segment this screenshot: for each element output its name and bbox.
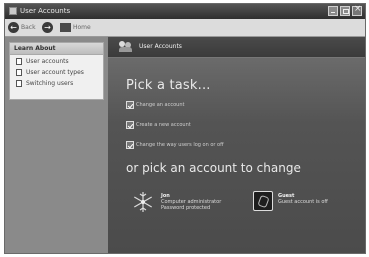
task-arrow-icon: [126, 121, 134, 129]
maximize-icon[interactable]: [340, 6, 350, 16]
task-create-account[interactable]: Create a new account: [126, 121, 191, 129]
close-icon[interactable]: [352, 4, 362, 16]
sidebar-item-user-account-types[interactable]: User account types: [10, 67, 103, 77]
forward-button[interactable]: →: [42, 22, 53, 33]
learn-about-panel: Learn About User accounts User account t…: [9, 42, 104, 100]
snowflake-icon: [132, 191, 154, 213]
account-status: Guest account is off: [278, 199, 328, 205]
sidebar-item-label: Switching users: [26, 79, 74, 87]
task-label: Change the way users log on or off: [136, 142, 224, 148]
guest-icon: [253, 191, 273, 211]
users-icon: [119, 41, 133, 52]
account-details: Guest Guest account is off: [278, 193, 328, 205]
pick-account-heading: or pick an account to change: [126, 161, 301, 175]
main-header: User Accounts: [108, 37, 365, 58]
window-title: User Accounts: [20, 7, 71, 15]
document-icon: [16, 57, 22, 65]
task-arrow-icon: [126, 141, 134, 149]
task-label: Create a new account: [136, 122, 191, 128]
account-password-status: Password protected: [161, 205, 211, 211]
task-label: Change an account: [136, 102, 185, 108]
account-details: Jon Computer administrator Password prot…: [161, 193, 221, 211]
home-button[interactable]: Home: [60, 22, 91, 32]
sidebar: Learn About User accounts User account t…: [5, 37, 108, 253]
toolbar: ← Back → Home: [5, 19, 365, 37]
home-label: Home: [73, 23, 91, 31]
task-change-logon[interactable]: Change the way users log on or off: [126, 141, 224, 149]
window-icon: [9, 7, 17, 15]
sidebar-item-label: User account types: [26, 68, 84, 76]
task-arrow-icon: [126, 101, 134, 109]
back-arrow-icon: ←: [8, 22, 19, 33]
back-label: Back: [21, 24, 36, 31]
account-jon[interactable]: Jon Computer administrator Password prot…: [132, 191, 221, 213]
main-content: User Accounts Pick a task... Change an a…: [108, 37, 365, 253]
document-icon: [16, 68, 22, 76]
main-header-title: User Accounts: [139, 43, 182, 50]
sidebar-item-switching-users[interactable]: Switching users: [10, 78, 103, 88]
sidebar-item-user-accounts[interactable]: User accounts: [10, 56, 103, 66]
title-bar[interactable]: User Accounts: [5, 4, 365, 19]
forward-arrow-icon: →: [42, 22, 53, 33]
panel-title: Learn About: [10, 43, 103, 55]
minimize-icon[interactable]: [328, 6, 338, 16]
pick-task-heading: Pick a task...: [126, 78, 211, 93]
home-icon: [60, 23, 71, 32]
back-button[interactable]: ← Back: [8, 22, 36, 33]
user-accounts-window: User Accounts ← Back → Home Learn About …: [4, 3, 366, 254]
task-change-account[interactable]: Change an account: [126, 101, 184, 109]
document-icon: [16, 79, 22, 87]
sidebar-item-label: User accounts: [26, 57, 69, 65]
account-guest[interactable]: Guest Guest account is off: [253, 191, 328, 211]
